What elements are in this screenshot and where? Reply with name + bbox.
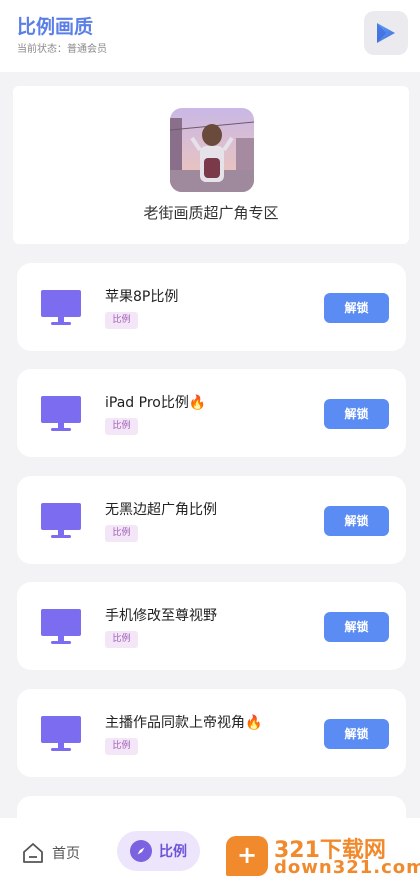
watermark-logo: + [226, 836, 268, 876]
banner-title: 老街画质超广角专区 [143, 204, 279, 222]
play-button[interactable] [364, 11, 408, 55]
app-header: 比例画质 当前状态：普通会员 [0, 0, 420, 72]
item-title: 主播作品同款上帝视角🔥 [105, 715, 263, 731]
monitor-icon [41, 396, 81, 431]
item-title: 苹果8P比例 [105, 289, 179, 305]
list-item[interactable]: 手机修改至尊视野 比例 解锁 [17, 582, 406, 670]
tab-home-label: 首页 [52, 846, 80, 862]
item-tag: 比例 [105, 418, 138, 435]
unlock-button[interactable]: 解锁 [324, 719, 389, 749]
monitor-icon [41, 716, 81, 751]
compass-icon [130, 840, 152, 862]
item-tag: 比例 [105, 738, 138, 755]
unlock-button[interactable]: 解锁 [324, 293, 389, 323]
home-icon [23, 843, 43, 863]
unlock-button[interactable]: 解锁 [324, 506, 389, 536]
tab-ratio-label: 比例 [159, 844, 187, 860]
tab-home[interactable]: 首页 [22, 840, 80, 866]
watermark-url: down321.com [274, 857, 420, 878]
item-tag: 比例 [105, 631, 138, 648]
item-tag: 比例 [105, 525, 138, 542]
item-tag: 比例 [105, 312, 138, 329]
monitor-icon [41, 609, 81, 644]
tab-ratio[interactable]: 比例 [117, 831, 200, 871]
item-title: iPad Pro比例🔥 [105, 395, 207, 411]
list-item[interactable]: 无黑边超广角比例 比例 解锁 [17, 476, 406, 564]
item-title: 无黑边超广角比例 [105, 502, 217, 518]
banner-card: 老街画质超广角专区 [13, 86, 409, 244]
play-triangle-icon [377, 23, 395, 43]
monitor-icon [41, 290, 81, 325]
item-title: 手机修改至尊视野 [105, 608, 217, 624]
monitor-icon [41, 503, 81, 538]
membership-status: 当前状态：普通会员 [17, 44, 107, 55]
site-watermark: + 321下载网 down321.com [226, 832, 420, 880]
unlock-button[interactable]: 解锁 [324, 399, 389, 429]
page-title: 比例画质 [17, 16, 94, 38]
list-item[interactable]: iPad Pro比例🔥 比例 解锁 [17, 369, 406, 457]
cover-image [170, 108, 254, 192]
list-item[interactable]: 主播作品同款上帝视角🔥 比例 解锁 [17, 689, 406, 777]
unlock-button[interactable]: 解锁 [324, 612, 389, 642]
list-item[interactable]: 苹果8P比例 比例 解锁 [17, 263, 406, 351]
